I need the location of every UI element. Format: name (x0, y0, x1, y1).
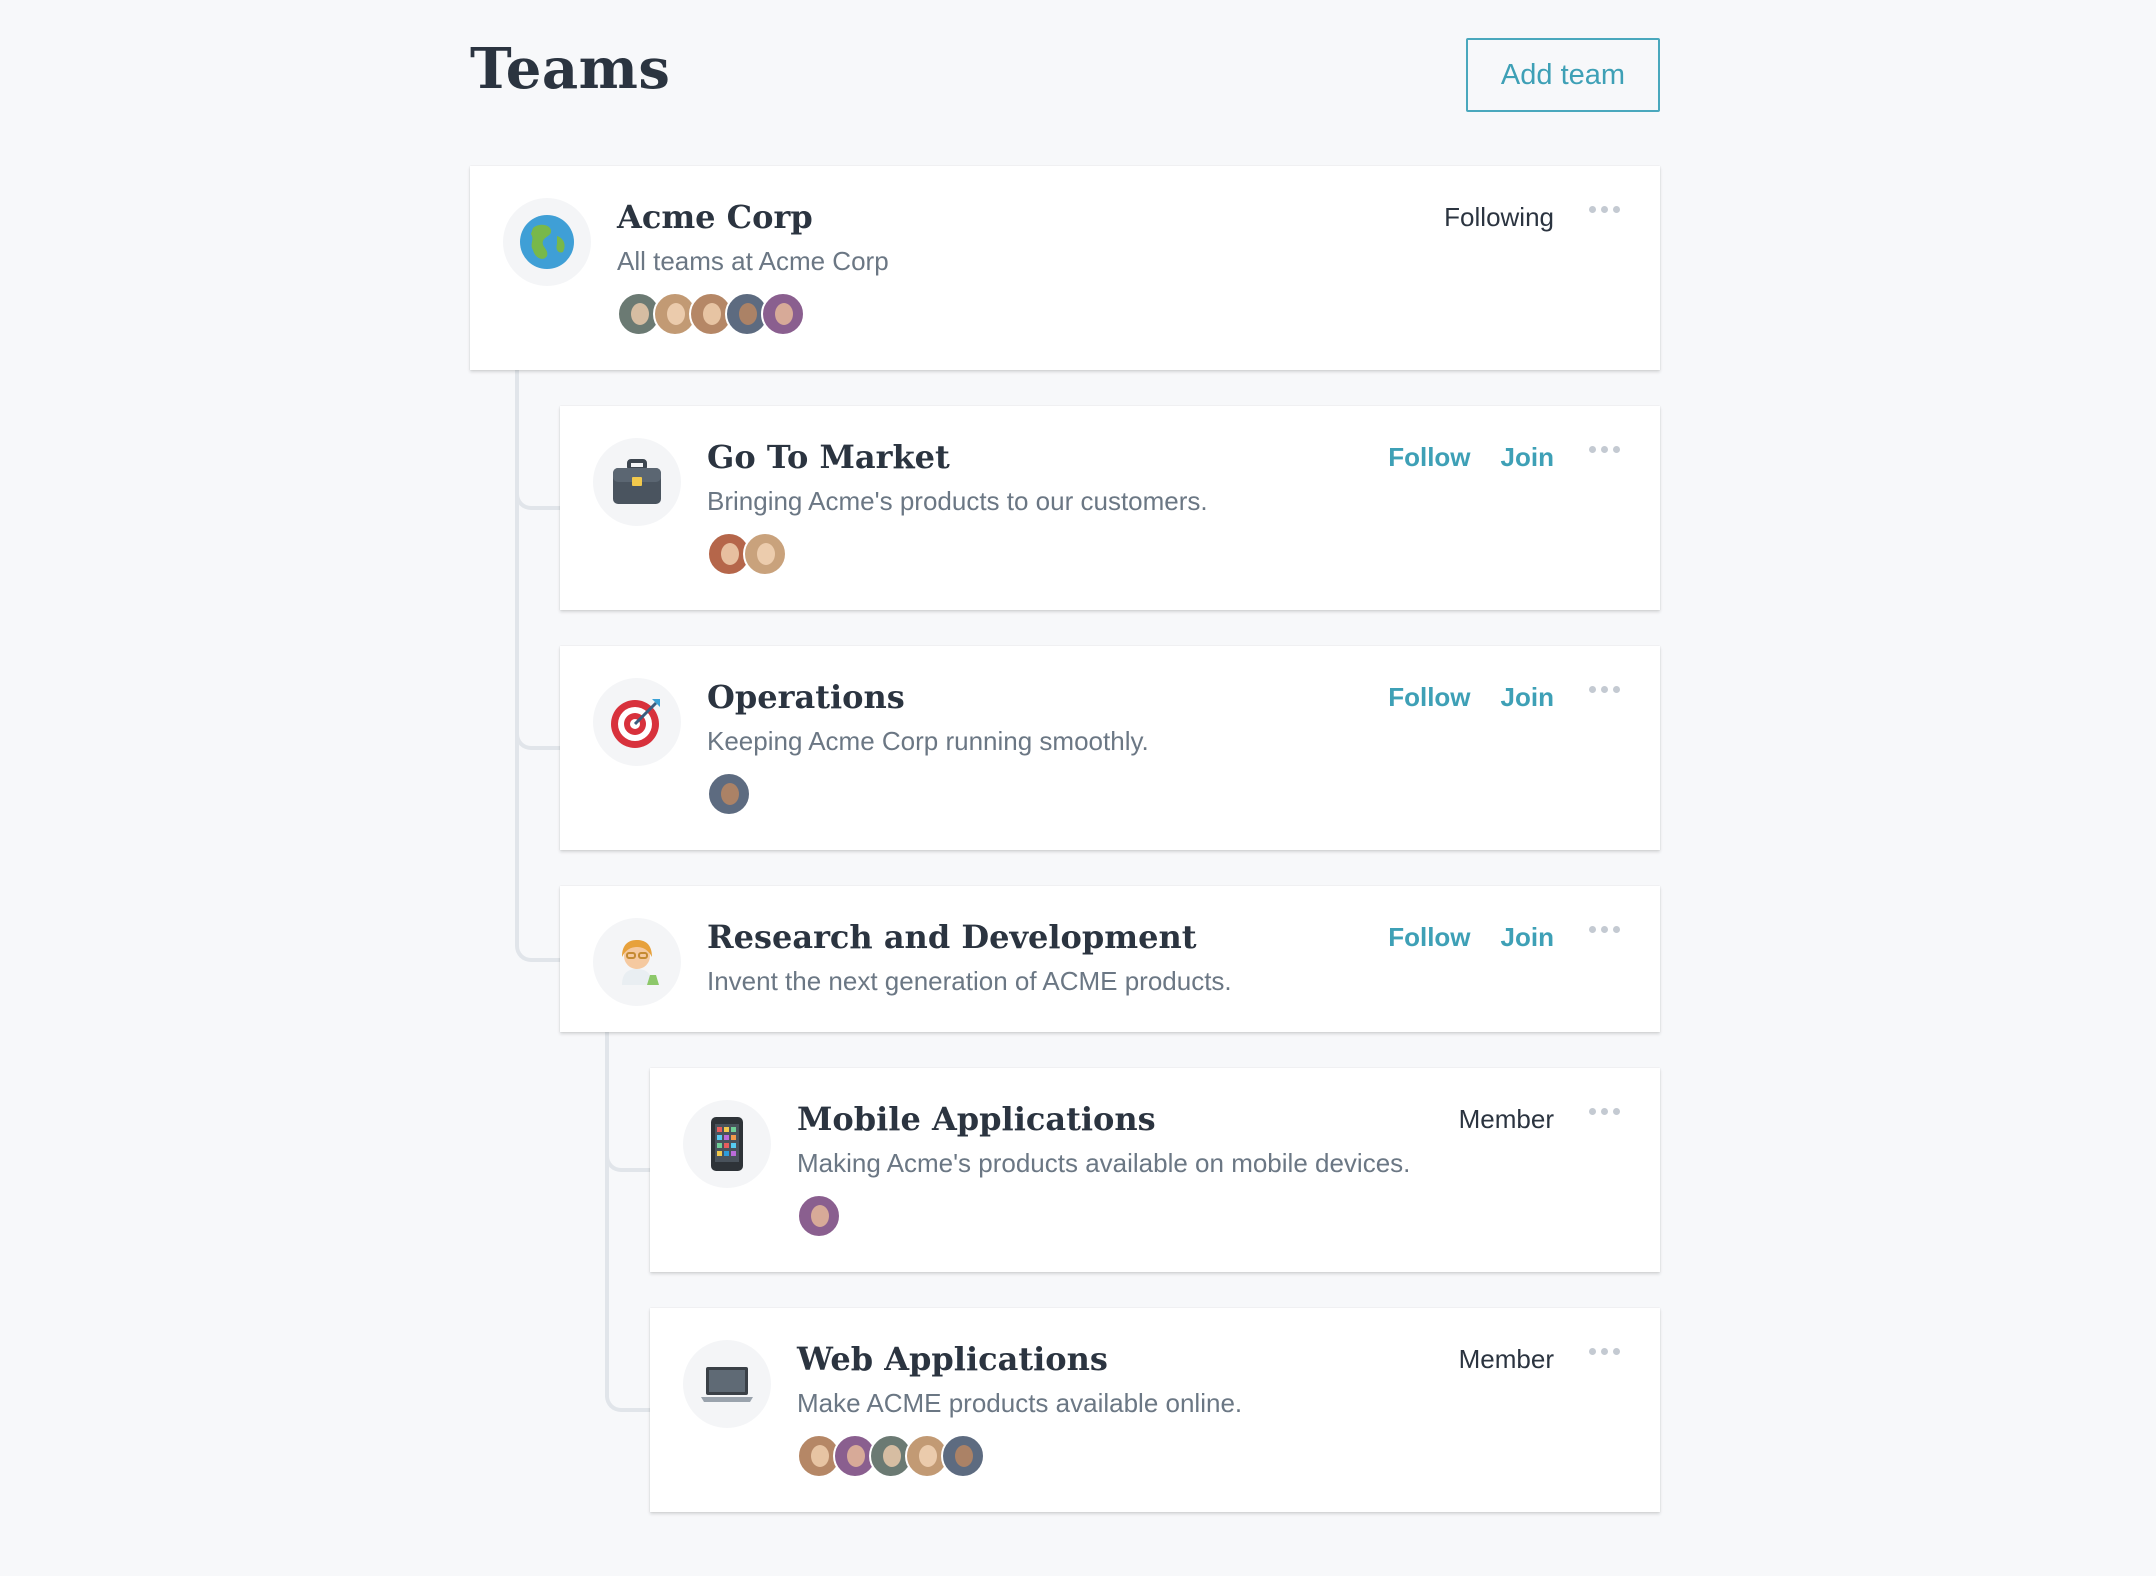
member-avatars (617, 292, 805, 336)
team-card-acme-corp[interactable]: Acme Corp All teams at Acme Corp Followi… (470, 166, 1660, 370)
member-status[interactable]: Member (1459, 1344, 1554, 1375)
target-icon (593, 678, 681, 766)
member-avatars (797, 1434, 985, 1478)
team-actions: Follow Join (1388, 442, 1554, 473)
team-description: Bringing Acme's products to our customer… (707, 486, 1208, 516)
team-name[interactable]: Operations (707, 678, 905, 716)
member-avatars (707, 532, 787, 576)
team-description: Invent the next generation of ACME produ… (707, 966, 1232, 996)
tree-connector-research (515, 370, 561, 962)
join-button[interactable]: Join (1501, 442, 1554, 473)
team-card-mobile-applications[interactable]: Mobile Applications Making Acme's produc… (650, 1068, 1660, 1272)
team-actions: Following (1444, 202, 1554, 233)
team-name[interactable]: Research and Development (707, 918, 1197, 956)
team-description: All teams at Acme Corp (617, 246, 889, 276)
member-avatars (797, 1194, 841, 1238)
mobile-phone-icon (683, 1100, 771, 1188)
tree-connector-web (605, 1032, 651, 1412)
laptop-icon (683, 1340, 771, 1428)
avatar[interactable] (743, 532, 787, 576)
team-actions: Follow Join (1388, 682, 1554, 713)
team-actions: Member (1459, 1104, 1554, 1135)
scientist-icon (593, 918, 681, 1006)
avatar[interactable] (707, 772, 751, 816)
team-name[interactable]: Go To Market (707, 438, 950, 476)
follow-button[interactable]: Follow (1388, 922, 1470, 953)
follow-button[interactable]: Follow (1388, 442, 1470, 473)
more-options-icon[interactable] (1589, 1348, 1620, 1355)
avatar[interactable] (761, 292, 805, 336)
avatar[interactable] (797, 1194, 841, 1238)
team-name[interactable]: Web Applications (797, 1340, 1108, 1378)
team-description: Keeping Acme Corp running smoothly. (707, 726, 1149, 756)
more-options-icon[interactable] (1589, 686, 1620, 693)
team-actions: Member (1459, 1344, 1554, 1375)
page-title: Teams (470, 36, 671, 102)
team-name[interactable]: Mobile Applications (797, 1100, 1156, 1138)
briefcase-icon (593, 438, 681, 526)
add-team-button[interactable]: Add team (1466, 38, 1660, 112)
team-card-go-to-market[interactable]: Go To Market Bringing Acme's products to… (560, 406, 1660, 610)
team-card-research-and-development[interactable]: Research and Development Invent the next… (560, 886, 1660, 1032)
more-options-icon[interactable] (1589, 446, 1620, 453)
more-options-icon[interactable] (1589, 206, 1620, 213)
team-card-operations[interactable]: Operations Keeping Acme Corp running smo… (560, 646, 1660, 850)
more-options-icon[interactable] (1589, 926, 1620, 933)
team-description: Make ACME products available online. (797, 1388, 1243, 1418)
avatar[interactable] (941, 1434, 985, 1478)
team-name[interactable]: Acme Corp (617, 198, 813, 236)
team-description: Making Acme's products available on mobi… (797, 1148, 1411, 1178)
team-actions: Follow Join (1388, 922, 1554, 953)
join-button[interactable]: Join (1501, 682, 1554, 713)
following-status[interactable]: Following (1444, 202, 1554, 233)
member-avatars (707, 772, 751, 816)
more-options-icon[interactable] (1589, 1108, 1620, 1115)
team-card-web-applications[interactable]: Web Applications Make ACME products avai… (650, 1308, 1660, 1512)
globe-icon (503, 198, 591, 286)
member-status[interactable]: Member (1459, 1104, 1554, 1135)
follow-button[interactable]: Follow (1388, 682, 1470, 713)
join-button[interactable]: Join (1501, 922, 1554, 953)
